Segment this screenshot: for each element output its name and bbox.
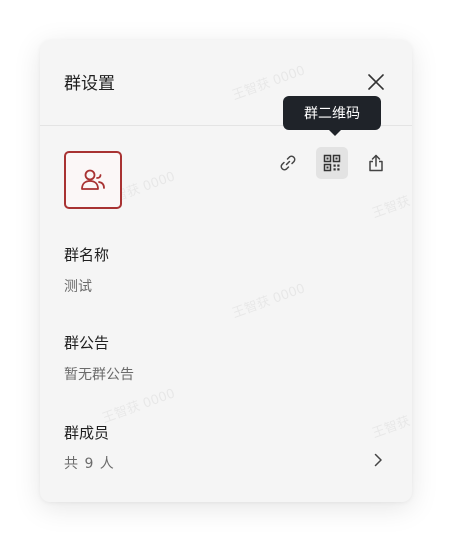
- tooltip-arrow: [329, 130, 341, 136]
- group-name-label: 群名称: [64, 246, 110, 264]
- chevron-right-icon: [374, 453, 382, 467]
- group-name-value: 测试: [64, 279, 92, 295]
- share-icon: [369, 154, 383, 172]
- group-announcement-value: 暂无群公告: [64, 367, 134, 383]
- close-button[interactable]: [364, 70, 388, 94]
- qrcode-button[interactable]: [316, 147, 348, 179]
- group-members-row[interactable]: 群成员 共 9 人: [40, 408, 412, 484]
- group-avatar[interactable]: [64, 151, 122, 209]
- qrcode-icon: [323, 154, 341, 172]
- copy-link-button[interactable]: [272, 147, 304, 179]
- share-button[interactable]: [360, 147, 392, 179]
- close-icon: [368, 74, 384, 90]
- dialog-title: 群设置: [64, 74, 115, 94]
- watermark: 王智获 0000: [230, 281, 308, 322]
- watermark: 王智获 0000: [370, 181, 412, 222]
- group-members-label: 群成员: [64, 424, 110, 442]
- group-announcement-label: 群公告: [64, 334, 110, 352]
- group-settings-panel: 王智获 0000 王智获 0000 王智获 0000 王智获 0000 王智获 …: [40, 40, 412, 502]
- qrcode-tooltip: 群二维码: [283, 96, 381, 130]
- group-users-icon: [81, 169, 105, 190]
- link-icon: [280, 155, 296, 171]
- group-members-count: 共 9 人: [64, 456, 115, 472]
